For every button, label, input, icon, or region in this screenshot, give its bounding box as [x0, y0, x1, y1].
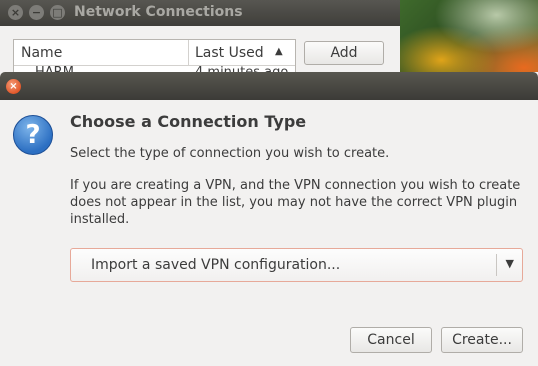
list-header: Name Last Used ▲ [14, 40, 295, 66]
dialog-instruction: Select the type of connection you wish t… [70, 146, 390, 161]
dialog-close-icon[interactable]: × [6, 79, 21, 94]
dialog-titlebar: × [0, 72, 538, 100]
add-connection-button[interactable]: Add [304, 41, 384, 65]
create-button[interactable]: Create... [441, 327, 523, 353]
network-connections-window: × − □ Network Connections Name Last Used… [0, 0, 400, 81]
column-separator [188, 40, 189, 65]
bg-close-icon[interactable]: × [8, 5, 23, 20]
desktop-wallpaper [400, 0, 538, 75]
dialog-heading: Choose a Connection Type [70, 112, 307, 131]
bg-titlebar: × − □ Network Connections [0, 0, 400, 26]
bg-window-title: Network Connections [74, 4, 243, 20]
chevron-down-icon[interactable]: ▼ [506, 257, 514, 270]
column-last-used-header[interactable]: Last Used [195, 45, 264, 61]
question-icon: ? [13, 115, 53, 155]
bg-minimize-icon[interactable]: − [29, 5, 44, 20]
connection-type-selected-value: Import a saved VPN configuration... [91, 257, 341, 273]
bg-maximize-icon[interactable]: □ [50, 5, 65, 20]
combo-separator [496, 254, 497, 276]
dialog-vpn-note: If you are creating a VPN, and the VPN c… [70, 178, 521, 227]
column-name-header[interactable]: Name [21, 45, 62, 61]
cancel-button[interactable]: Cancel [350, 327, 432, 353]
connection-type-select[interactable]: Import a saved VPN configuration... ▼ [70, 248, 523, 282]
sort-ascending-icon: ▲ [275, 46, 283, 57]
connection-type-dialog: × ? Choose a Connection Type Select the … [0, 72, 538, 366]
